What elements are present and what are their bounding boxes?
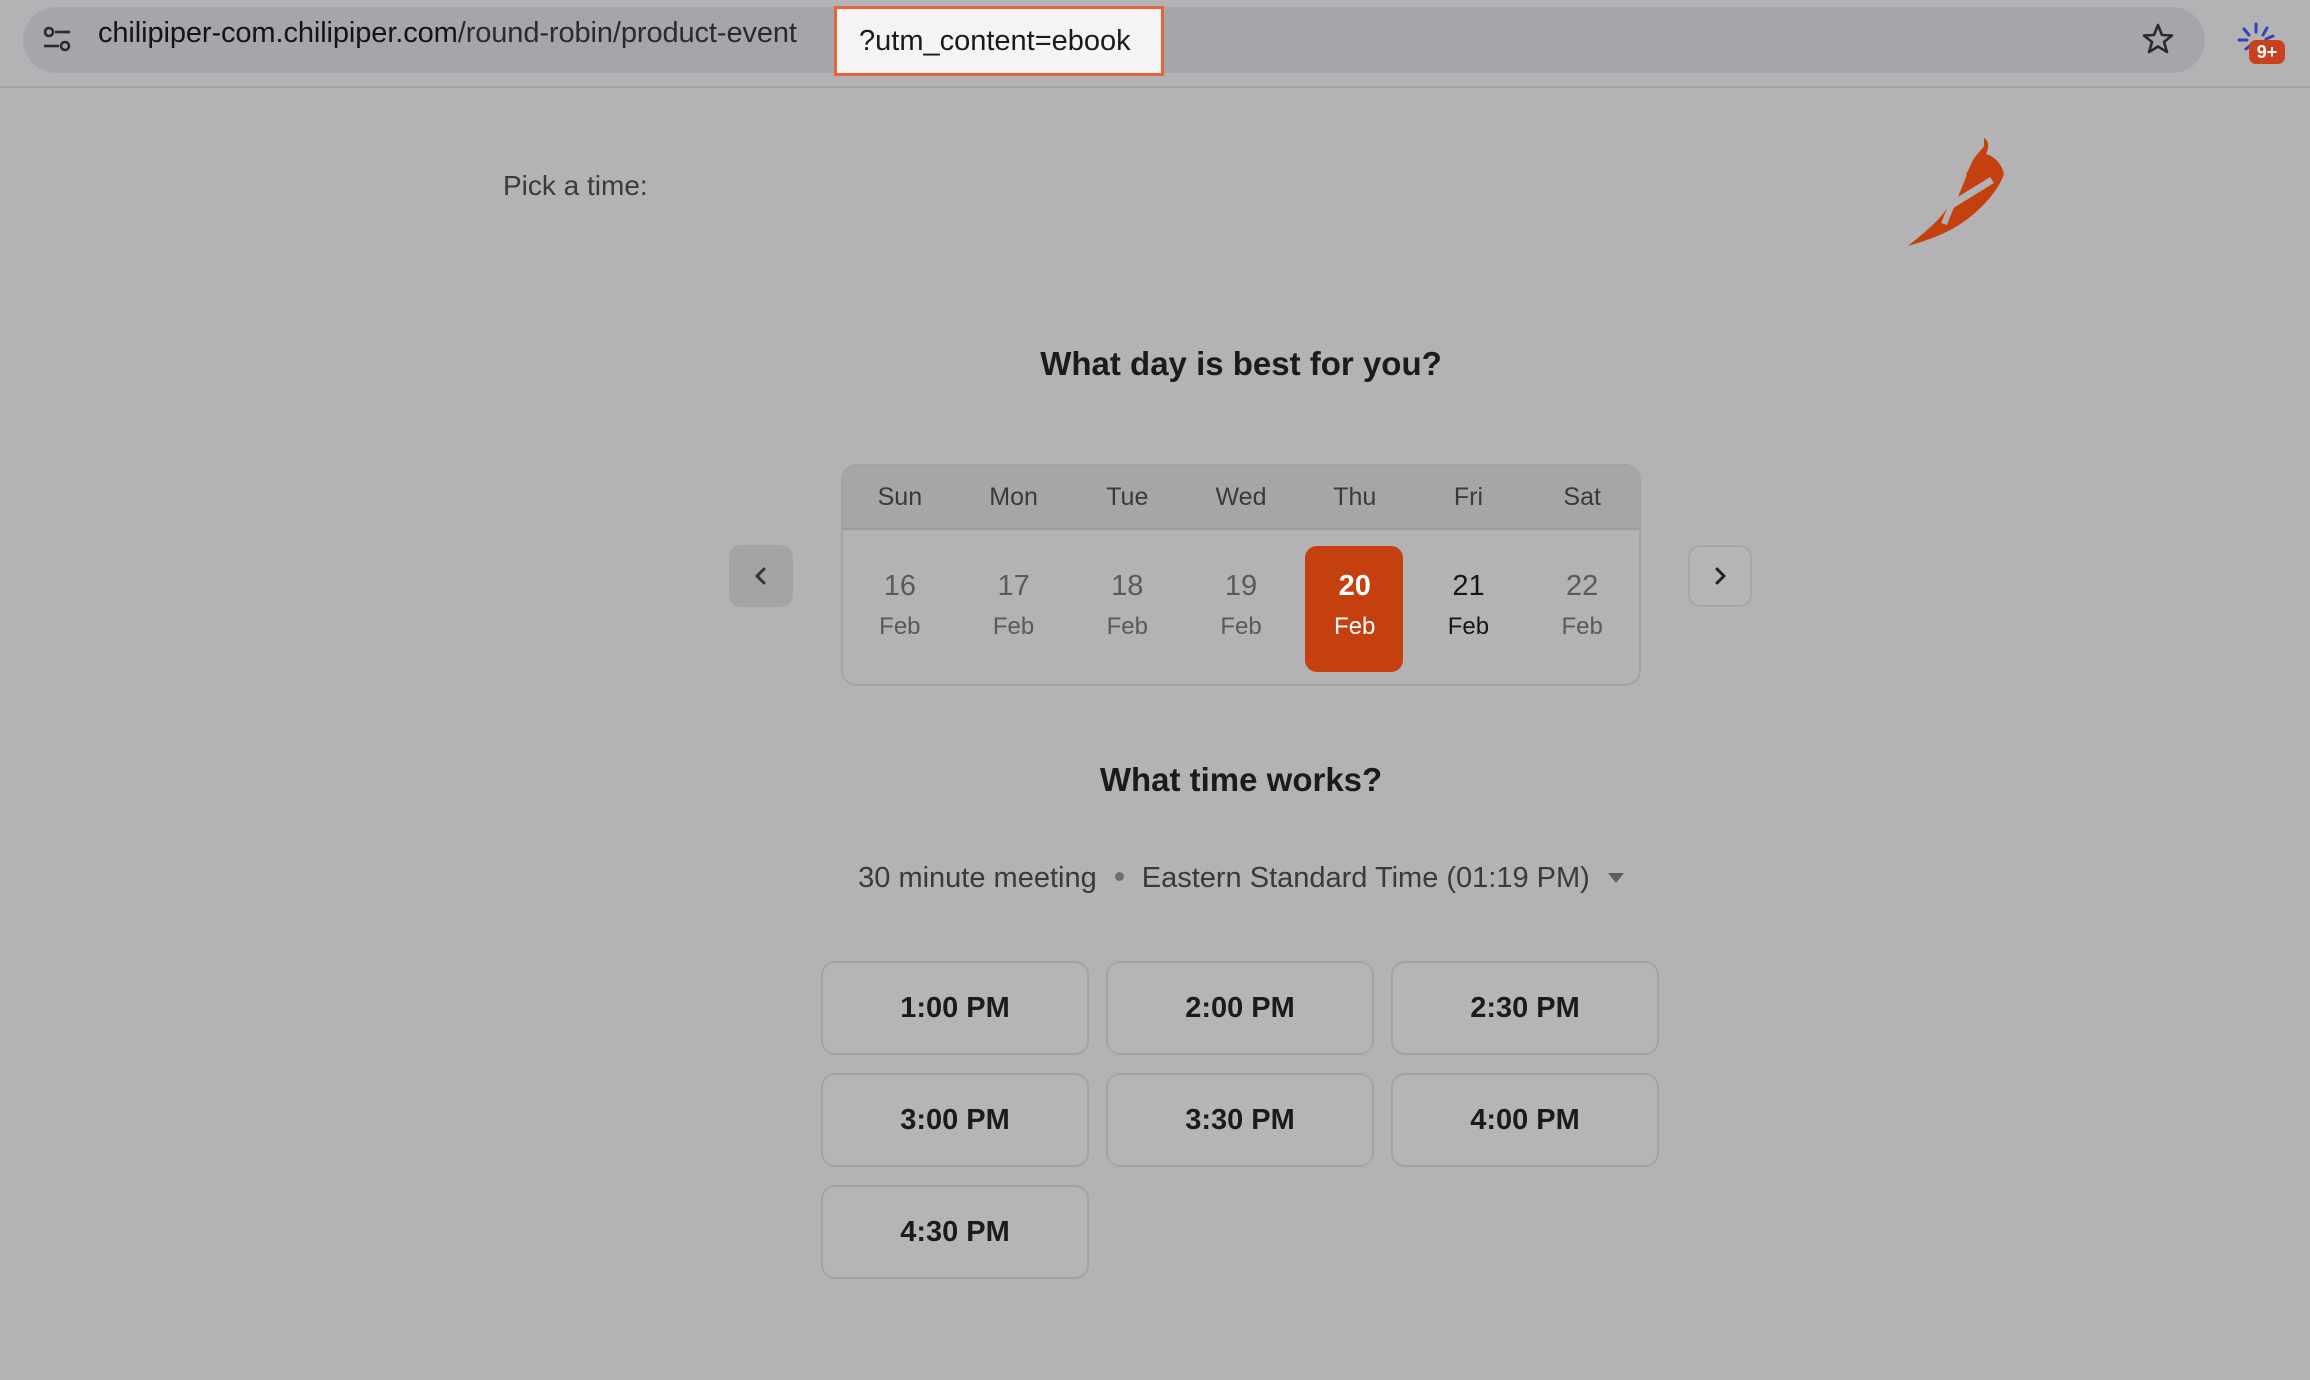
day-month: Feb (992, 613, 1035, 640)
day-number: 16 (883, 570, 916, 602)
day-number: 21 (1452, 570, 1485, 602)
day-month: Feb (1561, 613, 1603, 640)
weekday-label: Tue (1106, 483, 1149, 511)
day-cell-17: 17 Feb (957, 530, 1071, 684)
day-number: 20 (1338, 570, 1371, 602)
separator-dot (1114, 871, 1124, 881)
week-calendar: Sun Mon Tue Wed Thu Fri Sat 16 Feb 17 Fe… (841, 464, 1641, 686)
day-cell-21[interactable]: 21 Feb (1412, 530, 1526, 684)
day-cell-20-selected[interactable]: 20 Feb (1298, 530, 1412, 684)
meeting-info: 30 minute meeting Eastern Standard Time (… (0, 862, 2310, 895)
time-slot-button[interactable]: 2:00 PM (1106, 961, 1374, 1055)
time-slot-button[interactable]: 4:30 PM (821, 1185, 1089, 1279)
day-number: 18 (1111, 570, 1144, 602)
weekday-label: Mon (989, 483, 1038, 511)
pick-time-label: Pick a time: (503, 170, 648, 201)
url-query-highlight[interactable]: ?utm_content=ebook (834, 6, 1164, 76)
time-heading: What time works? (1099, 761, 1383, 798)
day-cell-18: 18 Feb (1070, 530, 1184, 684)
chili-pepper-logo-icon (1908, 138, 2004, 246)
day-row: 16 Feb 17 Feb 18 Feb 19 Feb 20 Feb 21 Fe… (843, 530, 1639, 684)
url-path: /round-robin/product-event (457, 17, 797, 49)
day-number: 17 (997, 570, 1030, 602)
bookmark-star-icon[interactable] (2141, 22, 2175, 56)
next-week-button[interactable] (1688, 545, 1752, 607)
day-cell-16: 16 Feb (843, 530, 957, 684)
site-info-icon[interactable] (40, 22, 74, 56)
time-slot-button[interactable]: 2:30 PM (1391, 961, 1659, 1055)
weekday-label: Wed (1215, 483, 1267, 511)
chevron-right-icon (1715, 567, 1726, 585)
weekday-label: Fri (1453, 483, 1484, 511)
weekday-label: Sun (877, 483, 923, 511)
browser-toolbar: chilipiper-com.chilipiper.com/round-robi… (0, 0, 2310, 88)
day-cell-22: 22 Feb (1525, 530, 1639, 684)
weekday-header: Sun Mon Tue Wed Thu Fri Sat (843, 466, 1639, 530)
day-month: Feb (1334, 613, 1376, 640)
day-cell-19: 19 Feb (1184, 530, 1298, 684)
time-slot-button[interactable]: 1:00 PM (821, 961, 1089, 1055)
time-slot-button[interactable]: 3:30 PM (1106, 1073, 1374, 1167)
url-text[interactable]: chilipiper-com.chilipiper.com/round-robi… (98, 0, 797, 66)
time-slot-button[interactable]: 4:00 PM (1391, 1073, 1659, 1167)
extension-badge: 9+ (2249, 40, 2285, 64)
day-month: Feb (1220, 613, 1262, 640)
day-month: Feb (879, 613, 921, 640)
dropdown-caret-icon[interactable] (1607, 873, 1624, 883)
time-slot-button[interactable]: 3:00 PM (821, 1073, 1089, 1167)
weekday-label: Thu (1333, 483, 1377, 511)
timezone-selector[interactable]: Eastern Standard Time (01:19 PM) (1142, 862, 1590, 894)
selected-day-highlight (1304, 546, 1403, 672)
day-number: 19 (1224, 570, 1258, 602)
meeting-length: 30 minute meeting (858, 862, 1097, 894)
day-number: 22 (1566, 570, 1599, 602)
previous-week-button[interactable] (729, 545, 793, 607)
day-month: Feb (1447, 613, 1490, 640)
chevron-left-icon (755, 567, 766, 585)
day-month: Feb (1106, 613, 1148, 640)
day-heading: What day is best for you? (1040, 345, 1442, 382)
url-host: chilipiper-com.chilipiper.com (98, 17, 458, 49)
weekday-label: Sat (1563, 483, 1601, 511)
